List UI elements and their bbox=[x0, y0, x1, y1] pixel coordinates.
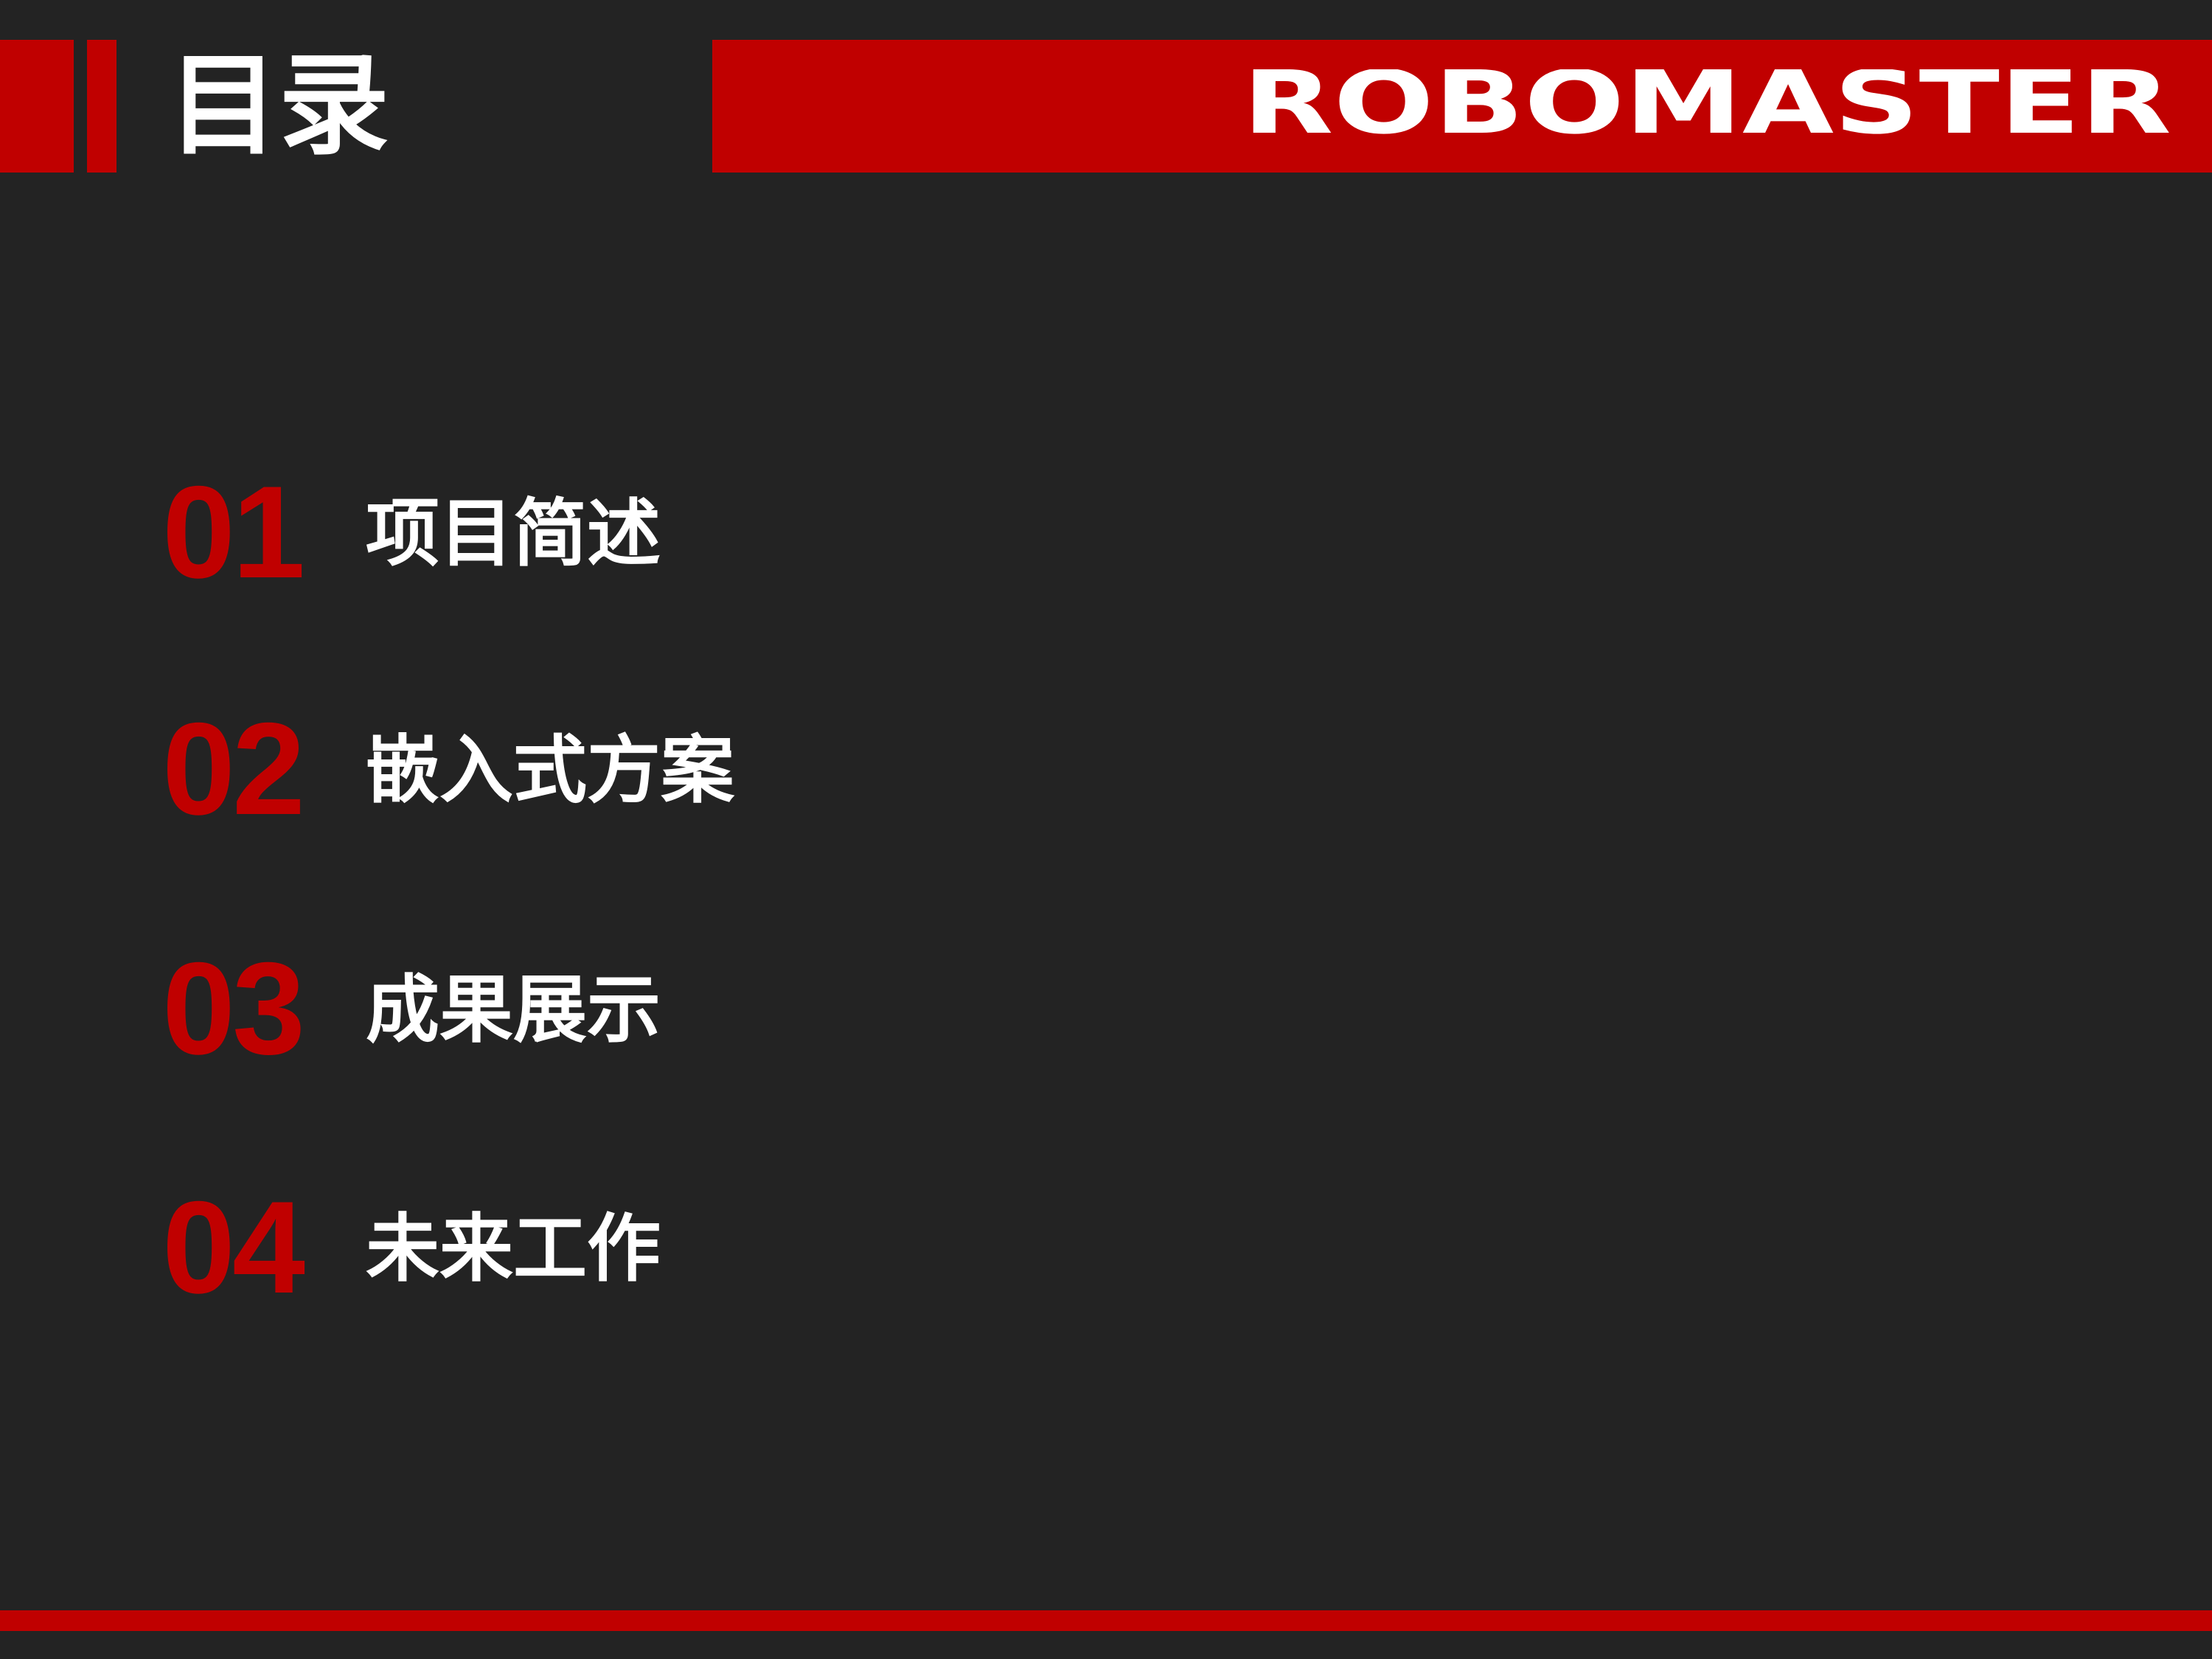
brand-logo-text: ROBOMASTER bbox=[1242, 69, 2171, 137]
page-title: 目录 bbox=[168, 42, 390, 170]
title-accent-bar-thin bbox=[87, 40, 116, 173]
agenda-number: 04 bbox=[162, 1174, 305, 1321]
agenda-item: 02 嵌入式方案 bbox=[162, 695, 1194, 842]
footer-stripe bbox=[0, 1610, 2212, 1631]
agenda-number: 02 bbox=[162, 695, 305, 842]
agenda-label: 未来工作 bbox=[366, 1206, 661, 1292]
agenda-item: 04 未来工作 bbox=[162, 1174, 1194, 1321]
agenda-number: 03 bbox=[162, 935, 305, 1082]
agenda-item: 01 项目简述 bbox=[162, 459, 1194, 605]
robomaster-logo: ROBOMASTER bbox=[1239, 69, 2175, 137]
agenda-item: 03 成果展示 bbox=[162, 935, 1194, 1082]
agenda-label: 嵌入式方案 bbox=[366, 727, 734, 813]
agenda-label: 项目简述 bbox=[366, 490, 661, 577]
agenda-label: 成果展示 bbox=[366, 967, 661, 1053]
slide: 目录 ROBOMASTER 01 项目简述 02 嵌入式方案 03 成果展示 0… bbox=[0, 0, 2212, 1659]
title-accent-bar bbox=[0, 40, 74, 173]
agenda-number: 01 bbox=[162, 459, 305, 605]
